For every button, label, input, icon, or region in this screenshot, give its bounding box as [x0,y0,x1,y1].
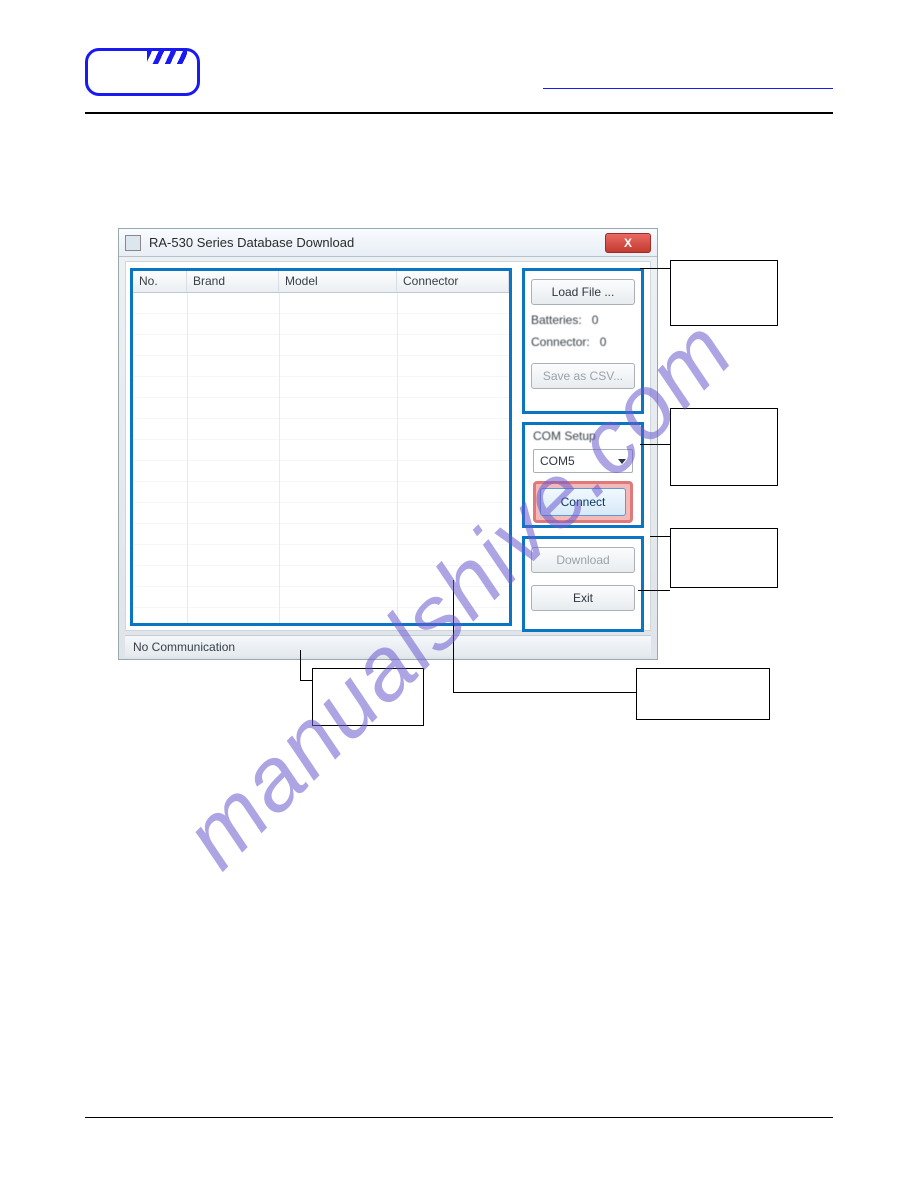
leader-line [300,650,301,680]
batteries-row: Batteries: 0 [531,313,635,327]
leader-line [638,590,670,591]
panel-load: Load File ... Batteries: 0 Connector: 0 … [522,268,644,414]
com-setup-label: COM Setup [525,425,641,447]
status-bar: No Communication [125,635,651,657]
leader-line [650,536,670,537]
logo-frame [85,48,200,96]
titlebar: RA-530 Series Database Download X [119,229,657,257]
close-button[interactable]: X [605,233,651,253]
callout-load [670,260,778,326]
app-icon [125,235,141,251]
grid-vline [279,293,280,623]
grid-body [133,293,509,623]
panel-download: Download Exit [522,536,644,632]
callout-com-setup [670,408,778,486]
com-port-value: COM5 [540,454,575,468]
callout-list [636,668,770,720]
client-area: No. Brand Model Connector Load File ... … [125,261,651,631]
header-rule [85,112,833,114]
com-port-select[interactable]: COM5 [533,449,633,473]
exit-button[interactable]: Exit [531,585,635,611]
batteries-label: Batteries: [531,313,582,327]
leader-line [640,268,670,269]
connector-value: 0 [600,335,607,349]
download-button[interactable]: Download [531,547,635,573]
leader-line [640,444,670,445]
close-icon: X [624,236,632,250]
app-window: RA-530 Series Database Download X No. Br… [118,228,658,660]
panel-com-setup: COM Setup COM5 Connect [522,422,644,528]
leader-line [453,580,454,692]
leader-line [453,692,636,693]
column-connector[interactable]: Connector [397,271,509,292]
column-model[interactable]: Model [279,271,397,292]
column-no[interactable]: No. [133,271,187,292]
batteries-value: 0 [592,313,599,327]
callout-status [312,668,424,726]
grid-header: No. Brand Model Connector [133,271,509,293]
connector-row: Connector: 0 [531,335,635,349]
data-grid: No. Brand Model Connector [130,268,512,626]
header-right-rule [543,88,833,89]
chevron-down-icon [618,459,626,464]
grid-vline [187,293,188,623]
window-title: RA-530 Series Database Download [149,235,354,250]
grid-vline [397,293,398,623]
page-header [85,48,833,96]
connector-label: Connector: [531,335,590,349]
footer-rule [85,1117,833,1118]
connect-button[interactable]: Connect [540,488,626,516]
column-brand[interactable]: Brand [187,271,279,292]
load-file-button[interactable]: Load File ... [531,279,635,305]
save-csv-button[interactable]: Save as CSV... [531,363,635,389]
callout-download [670,528,778,588]
connect-highlight: Connect [533,481,633,523]
status-text: No Communication [133,640,235,654]
